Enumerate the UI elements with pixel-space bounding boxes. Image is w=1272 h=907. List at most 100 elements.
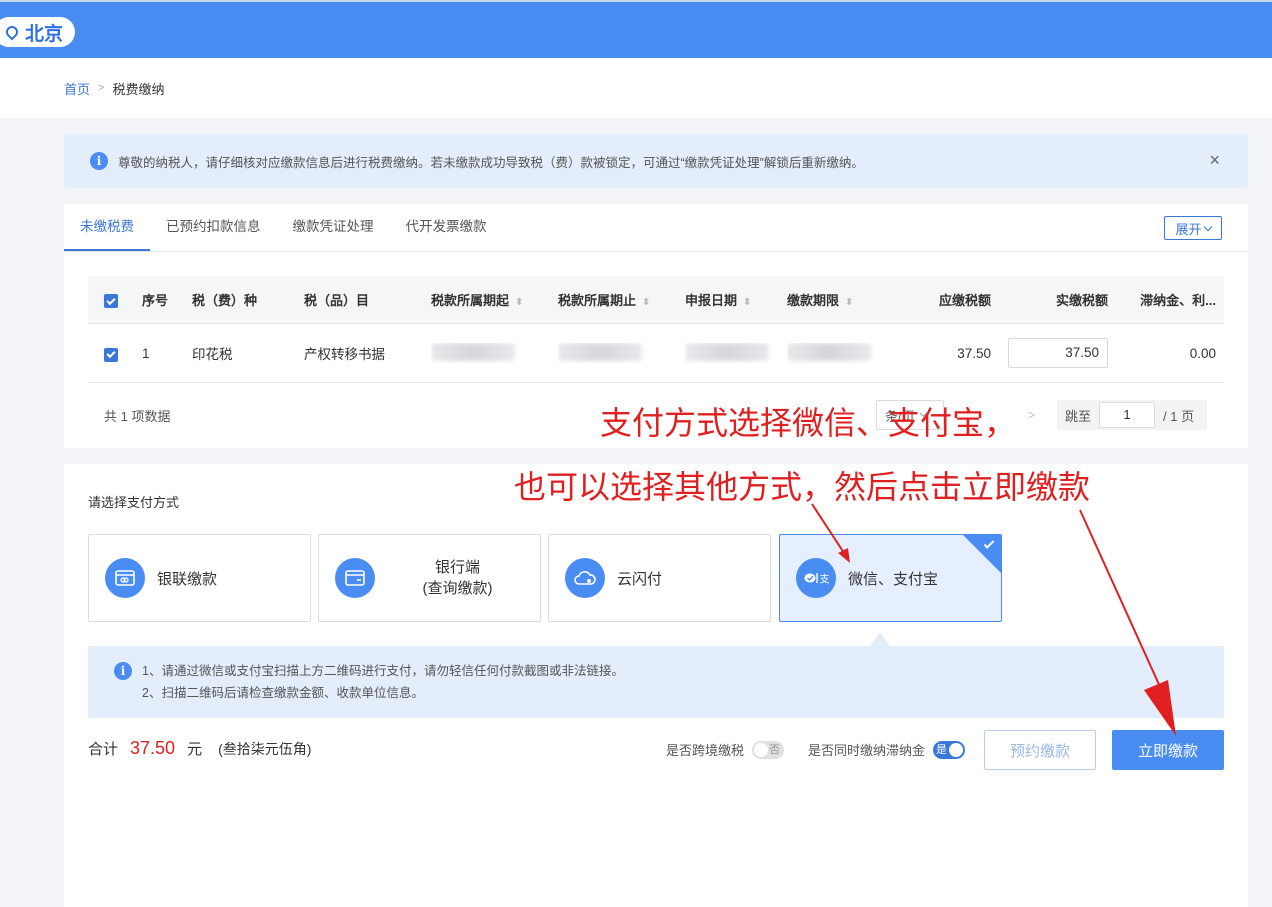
select-all-cell <box>88 291 142 309</box>
late-fee-label: 是否同时缴纳滞纳金 <box>808 743 926 758</box>
top-bar: 北京 <box>0 0 1272 58</box>
pay-option-label: 银联缴款 <box>157 570 218 588</box>
total-unit: 元 <box>187 741 203 758</box>
row-check-cell <box>88 344 142 362</box>
header-deadline-label: 缴款期限 <box>787 293 840 308</box>
header-amount-paid: 实缴税额 <box>1055 293 1108 308</box>
row-late-fee: 0.00 <box>1189 345 1216 361</box>
row-declare-date-redacted <box>685 342 787 364</box>
pay-option-unionpay[interactable]: 银联缴款 <box>88 534 311 622</box>
notice-text: 尊敬的纳税人，请仔细核对应缴款信息后进行税费缴纳。若未缴款成功导致税（费）款被锁… <box>118 155 864 170</box>
table-row: 1 印花税 产权转移书据 37.50 37.50 0.00 <box>88 324 1224 383</box>
row-period-start-redacted <box>431 342 558 364</box>
sort-icon[interactable]: ⬍ <box>515 297 523 308</box>
tab-bar: 未缴税费 已预约扣款信息 缴款凭证处理 代开发票缴款 展开 <box>64 204 1248 252</box>
pay-now-button[interactable]: 立即缴款 <box>1112 730 1224 770</box>
total-in-words: (叁拾柒元伍角) <box>218 741 312 757</box>
tab-unpaid[interactable]: 未缴税费 <box>64 203 150 251</box>
cross-border-label: 是否跨境缴税 <box>666 743 745 758</box>
header-declare-date[interactable]: 申报日期 ⬍ <box>685 290 787 309</box>
breadcrumb: 首页 > 税费缴纳 <box>0 58 1272 118</box>
cross-border-toggle-group: 是否跨境缴税 否 <box>666 740 785 759</box>
tab-payment-voucher[interactable]: 缴款凭证处理 <box>277 203 390 251</box>
tax-table: 序号 税（费）种 税（品）目 税款所属期起 ⬍ 税款所属期止 ⬍ 申报日期 ⬍ 缴款期… <box>88 276 1224 383</box>
expand-label: 展开 <box>1175 221 1202 237</box>
annotation-line-1: 支付方式选择微信、支付宝， <box>600 404 1017 442</box>
late-fee-toggle-group: 是否同时缴纳滞纳金 是 <box>808 740 966 759</box>
breadcrumb-home-link[interactable]: 首页 <box>64 79 90 98</box>
pay-option-label: 云闪付 <box>617 570 663 588</box>
total-label: 合计 <box>88 741 119 758</box>
wallet-icon <box>335 558 375 598</box>
payment-card: 请选择支付方式 银联缴款 银行端 (查询缴款) 云闪付 支 微信、支付宝 i 1… <box>64 464 1248 907</box>
pay-option-sublabel: (查询缴款) <box>422 580 493 597</box>
total-amount: 37.50 <box>130 738 176 758</box>
total-summary: 合计 37.50 元 (叁拾柒元伍角) <box>88 738 311 759</box>
cloud-pay-icon <box>565 558 605 598</box>
header-declare-date-label: 申报日期 <box>685 293 738 308</box>
jump-label: 跳至 <box>1065 408 1092 424</box>
header-no: 序号 <box>142 293 169 308</box>
jump-page-input[interactable]: 1 <box>1099 402 1156 428</box>
late-fee-toggle-text: 是 <box>936 743 948 756</box>
wechat-alipay-icon: 支 <box>796 558 836 598</box>
tip-pointer <box>870 632 890 646</box>
header-deadline[interactable]: 缴款期限 ⬍ <box>787 290 907 309</box>
breadcrumb-current: 税费缴纳 <box>112 81 165 97</box>
sort-icon[interactable]: ⬍ <box>743 297 751 308</box>
header-item: 税（品）目 <box>304 293 370 308</box>
total-count: 共 1 项数据 <box>104 408 171 424</box>
sort-icon[interactable]: ⬍ <box>642 297 650 308</box>
row-checkbox[interactable] <box>104 347 118 362</box>
tip-line: 2、扫描二维码后请检查缴款金额、收款单位信息。 <box>142 686 424 700</box>
sort-icon[interactable]: ⬍ <box>845 297 853 308</box>
next-page-icon[interactable]: > <box>1028 408 1035 422</box>
header-period-start[interactable]: 税款所属期起 ⬍ <box>431 290 558 309</box>
pay-option-label: 银行端 <box>434 559 480 576</box>
cross-border-toggle-text: 否 <box>769 743 781 756</box>
row-amount-paid-cell: 37.50 <box>991 338 1108 368</box>
pay-option-cloud-quickpass[interactable]: 云闪付 <box>548 534 771 622</box>
pay-option-label-group: 银行端 (查询缴款) <box>375 557 540 599</box>
svg-text:支: 支 <box>820 574 830 586</box>
pay-option-bank[interactable]: 银行端 (查询缴款) <box>318 534 541 622</box>
row-deadline-redacted <box>787 342 907 364</box>
header-type: 税（费）种 <box>192 293 258 308</box>
location-pin-icon <box>3 23 21 41</box>
card-icon <box>105 558 145 598</box>
header-amount-due: 应缴税额 <box>938 293 991 308</box>
chevron-right-icon: > <box>98 82 105 94</box>
cross-border-toggle[interactable]: 否 <box>752 740 785 759</box>
table-header: 序号 税（费）种 税（品）目 税款所属期起 ⬍ 税款所属期止 ⬍ 申报日期 ⬍ 缴款期… <box>88 276 1224 324</box>
pay-option-label: 微信、支付宝 <box>848 570 939 588</box>
late-fee-toggle[interactable]: 是 <box>933 740 966 759</box>
header-period-end-label: 税款所属期止 <box>558 293 637 308</box>
pay-option-wechat-alipay[interactable]: 支 微信、支付宝 <box>779 534 1002 622</box>
close-icon[interactable]: × <box>1209 150 1220 171</box>
payment-method-title: 请选择支付方式 <box>88 495 180 510</box>
city-label: 北京 <box>25 23 64 45</box>
page-total: / 1 页 <box>1163 408 1195 424</box>
chevron-down-icon <box>1203 222 1212 231</box>
row-item: 产权转移书据 <box>304 347 385 362</box>
tip-line: 1、请通过微信或支付宝扫描上方二维码进行支付，请勿轻信任何付款截图或非法链接。 <box>142 664 624 678</box>
tab-scheduled-deductions[interactable]: 已预约扣款信息 <box>150 203 277 251</box>
schedule-payment-button[interactable]: 预约缴款 <box>984 730 1096 770</box>
header-period-end[interactable]: 税款所属期止 ⬍ <box>558 290 685 309</box>
header-period-start-label: 税款所属期起 <box>431 293 510 308</box>
page-jump: 跳至 1 / 1 页 <box>1057 400 1207 430</box>
city-selector[interactable]: 北京 <box>0 17 76 47</box>
payment-tips: i 1、请通过微信或支付宝扫描上方二维码进行支付，请勿轻信任何付款截图或非法链接… <box>88 646 1224 718</box>
annotation-line-2: 也可以选择其他方式，然后点击立即缴款 <box>514 468 1091 506</box>
amount-paid-input[interactable]: 37.50 <box>1008 338 1108 368</box>
header-late-fee: 滞纳金、利... <box>1140 293 1216 308</box>
row-no: 1 <box>142 345 150 361</box>
selected-corner <box>963 535 1001 573</box>
row-amount-due: 37.50 <box>957 345 991 361</box>
row-type: 印花税 <box>192 347 233 362</box>
notice-banner: i 尊敬的纳税人，请仔细核对应缴款信息后进行税费缴纳。若未缴款成功导致税（费）款… <box>64 134 1248 188</box>
row-period-end-redacted <box>558 342 685 364</box>
tab-invoice-payment[interactable]: 代开发票缴款 <box>390 203 503 251</box>
expand-button[interactable]: 展开 <box>1164 216 1222 240</box>
select-all-checkbox[interactable] <box>104 294 118 309</box>
